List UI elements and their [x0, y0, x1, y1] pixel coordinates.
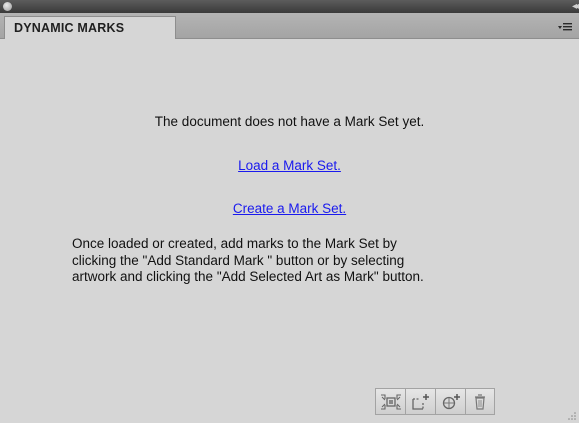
panel-titlebar[interactable]: ◂◂	[0, 0, 579, 13]
load-link-row: Load a Mark Set.	[0, 158, 579, 173]
panel-content	[0, 39, 579, 423]
fit-marks-button[interactable]	[375, 388, 405, 415]
add-standard-mark-icon	[411, 393, 429, 410]
delete-mark-button[interactable]	[465, 388, 495, 415]
tab-dynamic-marks[interactable]: DYNAMIC MARKS	[4, 16, 176, 39]
fit-marks-icon	[380, 393, 401, 410]
create-mark-set-link[interactable]: Create a Mark Set.	[233, 201, 346, 216]
add-selected-art-button[interactable]	[435, 388, 465, 415]
instructions-text: Once loaded or created, add marks to the…	[72, 236, 572, 286]
resize-grip-icon[interactable]	[567, 411, 577, 421]
instructions-line: artwork and clicking the "Add Selected A…	[72, 269, 424, 284]
close-panel-button[interactable]	[3, 2, 12, 11]
create-link-row: Create a Mark Set.	[0, 201, 579, 216]
instructions-line: clicking the "Add Standard Mark " button…	[72, 252, 405, 268]
trash-icon	[475, 393, 485, 410]
panel-toolbar	[375, 388, 495, 415]
add-standard-mark-button[interactable]	[405, 388, 435, 415]
add-selected-art-icon	[442, 393, 460, 409]
load-mark-set-link[interactable]: Load a Mark Set.	[238, 158, 341, 173]
panel-menu-icon[interactable]	[558, 21, 572, 33]
no-mark-set-message: The document does not have a Mark Set ye…	[154, 114, 425, 129]
instructions-line: Once loaded or created, add marks to the…	[72, 236, 397, 251]
collapse-panel-icon[interactable]: ◂◂	[572, 0, 579, 13]
